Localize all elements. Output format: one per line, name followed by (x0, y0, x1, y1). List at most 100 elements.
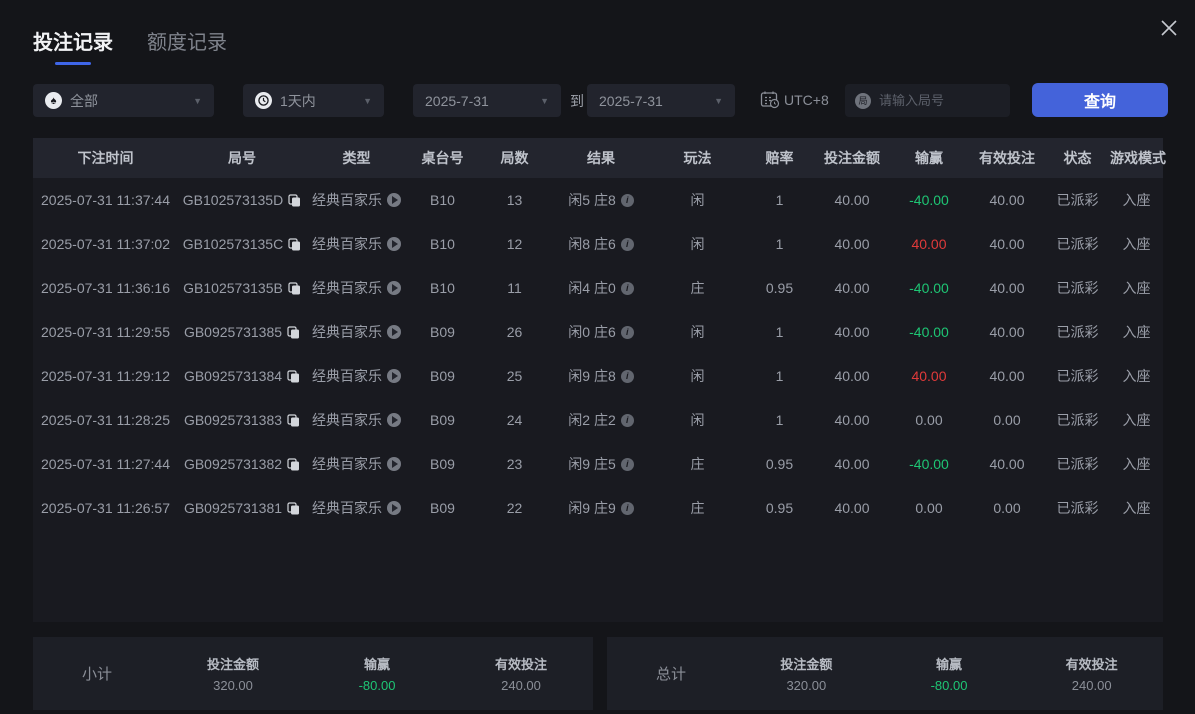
replay-video-icon[interactable] (387, 281, 401, 295)
table-row[interactable]: 2025-07-31 11:29:12 GB0925731384 经典百家乐 B… (33, 354, 1163, 398)
betting-records-window: 投注记录 额度记录 ♠ 全部 ▼ 1天内 ▼ 2025-7-31 ▼ 到 202… (0, 0, 1195, 714)
game-type-text: 经典百家乐 (312, 456, 382, 472)
cell-round-id: GB102573135B (178, 280, 306, 296)
close-icon[interactable] (1157, 16, 1181, 40)
total-valid-bet: 有效投注 240.00 (1020, 654, 1163, 693)
subtotal-panel: 小计 投注金额 320.00 输赢 -80.00 有效投注 240.00 (33, 637, 593, 710)
column-header: 状态 (1063, 150, 1092, 166)
table-row[interactable]: 2025-07-31 11:28:25 GB0925731383 经典百家乐 B… (33, 398, 1163, 442)
result-text: 闲2 庄2 (568, 412, 616, 428)
replay-video-icon[interactable] (387, 369, 401, 383)
query-button[interactable]: 查询 (1032, 83, 1168, 117)
date-from-select[interactable]: 2025-7-31 ▼ (413, 84, 561, 117)
table-row[interactable]: 2025-07-31 11:27:44 GB0925731382 经典百家乐 B… (33, 442, 1163, 486)
cell-table-number: B09 (430, 324, 455, 340)
round-id-text: GB0925731384 (183, 368, 283, 384)
tab-bar: 投注记录 额度记录 (33, 26, 227, 65)
copy-icon[interactable] (288, 237, 301, 251)
round-search-field[interactable]: 局 (845, 84, 1010, 117)
info-icon[interactable]: i (620, 457, 634, 471)
table-row[interactable]: 2025-07-31 11:36:16 GB102573135B 经典百家乐 B… (33, 266, 1163, 310)
cell-round-id: GB0925731382 (178, 456, 306, 472)
column-header: 局数 (500, 150, 529, 166)
copy-icon[interactable] (287, 413, 300, 427)
cell-result: 闲8 庄6 i (551, 234, 651, 254)
cell-round-number: 11 (507, 280, 522, 296)
cell-round-number: 24 (506, 412, 523, 428)
subtotal-bet-amount: 投注金额 320.00 (161, 654, 305, 693)
info-icon[interactable]: i (620, 237, 634, 251)
cell-round-id: GB0925731381 (178, 500, 306, 516)
cell-status: 已派彩 (1056, 456, 1099, 472)
cell-table-number: B09 (430, 368, 455, 384)
cell-bet-amount: 40.00 (834, 236, 870, 252)
result-text: 闲4 庄0 (568, 280, 616, 296)
replay-video-icon[interactable] (387, 325, 401, 339)
total-winloss: 输赢 -80.00 (878, 654, 1021, 693)
table-row[interactable]: 2025-07-31 11:37:02 GB102573135C 经典百家乐 B… (33, 222, 1163, 266)
column-header: 类型 (342, 150, 371, 166)
subtotal-valid-bet: 有效投注 240.00 (449, 654, 593, 693)
cell-odds: 1 (775, 324, 784, 340)
game-type-select[interactable]: ♠ 全部 ▼ (33, 84, 214, 117)
clock-icon (255, 92, 272, 109)
copy-icon[interactable] (288, 281, 301, 295)
date-to-select[interactable]: 2025-7-31 ▼ (587, 84, 735, 117)
info-icon[interactable]: i (620, 325, 634, 339)
info-icon[interactable]: i (620, 369, 634, 383)
table-row[interactable]: 2025-07-31 11:29:55 GB0925731385 经典百家乐 B… (33, 310, 1163, 354)
cell-play-type: 闲 (690, 192, 705, 208)
cell-round-id: GB102573135C (178, 236, 306, 252)
time-range-select[interactable]: 1天内 ▼ (243, 84, 384, 117)
active-tab-underline (55, 62, 91, 65)
cell-game-mode: 入座 (1122, 236, 1151, 252)
replay-video-icon[interactable] (387, 413, 401, 427)
cell-game-type: 经典百家乐 (306, 410, 407, 430)
timezone-indicator: UTC+8 (760, 90, 829, 109)
info-icon[interactable]: i (620, 501, 634, 515)
cell-odds: 1 (775, 192, 784, 208)
cell-win-loss: -40.00 (909, 192, 949, 208)
cell-status: 已派彩 (1056, 412, 1099, 428)
cell-round-number: 25 (506, 368, 523, 384)
table-row[interactable]: 2025-07-31 11:26:57 GB0925731381 经典百家乐 B… (33, 486, 1163, 530)
table-row[interactable]: 2025-07-31 11:37:44 GB102573135D 经典百家乐 B… (33, 178, 1163, 222)
cell-round-number: 23 (506, 456, 523, 472)
table-header-row: 下注时间 局号 类型 桌台号 局数 结果 玩法 赔率 投注金额 输赢 有效投注 状态 游戏模式 (33, 138, 1166, 178)
tab-betting-records-label: 投注记录 (33, 32, 113, 54)
cell-win-loss: -40.00 (909, 456, 949, 472)
round-id-text: GB102573135B (183, 280, 283, 296)
cell-result: 闲9 庄9 i (551, 498, 651, 518)
round-search-input[interactable] (879, 93, 989, 108)
chevron-down-icon: ▼ (363, 95, 372, 106)
cell-result: 闲0 庄6 i (551, 322, 651, 342)
replay-video-icon[interactable] (387, 457, 401, 471)
column-header: 投注金额 (824, 150, 880, 166)
info-icon[interactable]: i (620, 413, 634, 427)
copy-icon[interactable] (287, 369, 300, 383)
tab-quota-records[interactable]: 额度记录 (147, 26, 227, 65)
replay-video-icon[interactable] (387, 237, 401, 251)
game-type-text: 经典百家乐 (312, 280, 382, 296)
column-header: 局号 (228, 150, 256, 166)
total-label: 总计 (655, 666, 686, 683)
cell-odds: 1 (775, 236, 784, 252)
cell-bet-amount: 40.00 (834, 368, 870, 384)
replay-video-icon[interactable] (387, 193, 401, 207)
subtotal-label: 小计 (81, 666, 112, 683)
info-icon[interactable]: i (620, 193, 634, 207)
replay-video-icon[interactable] (387, 501, 401, 515)
cell-game-type: 经典百家乐 (306, 278, 407, 298)
cell-bet-time: 2025-07-31 11:29:12 (41, 368, 170, 384)
info-icon[interactable]: i (620, 281, 634, 295)
timezone-label: UTC+8 (784, 91, 829, 108)
tab-betting-records[interactable]: 投注记录 (33, 26, 113, 65)
copy-icon[interactable] (287, 501, 300, 515)
copy-icon[interactable] (287, 325, 300, 339)
copy-icon[interactable] (288, 193, 301, 207)
copy-icon[interactable] (287, 457, 300, 471)
round-id-text: GB102573135C (182, 236, 284, 252)
cell-result: 闲5 庄8 i (551, 190, 651, 210)
cell-status: 已派彩 (1056, 236, 1099, 252)
cell-game-type: 经典百家乐 (306, 454, 407, 474)
